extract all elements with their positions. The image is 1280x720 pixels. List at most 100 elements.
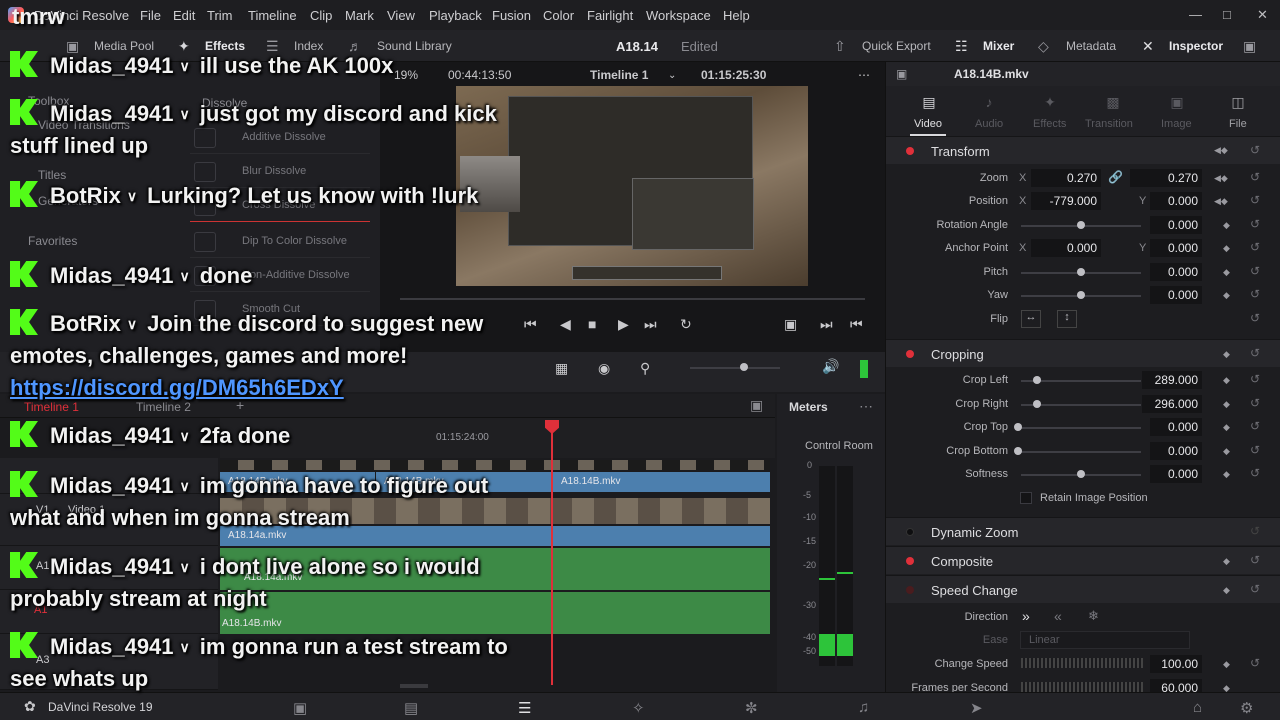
keyframe-icon[interactable]: ◆ <box>1223 659 1230 670</box>
reset-icon[interactable]: ↺ <box>1250 396 1260 410</box>
reset-icon[interactable]: ↺ <box>1250 372 1260 386</box>
tab-image[interactable]: Image <box>1161 118 1192 130</box>
tab-audio[interactable]: Audio <box>975 118 1003 130</box>
keyframe-icon[interactable]: ◆ <box>1223 585 1230 596</box>
reset-icon[interactable]: ↺ <box>1250 240 1260 254</box>
anchor-y-field[interactable]: 0.000 <box>1150 239 1202 257</box>
play-icon[interactable]: ▶ <box>618 316 629 333</box>
reset-icon[interactable]: ↺ <box>1250 524 1260 538</box>
zoom-detail-icon[interactable]: ◉ <box>598 360 610 377</box>
yaw-knob[interactable] <box>1077 291 1085 299</box>
keyframe-nav-icon[interactable]: ◀◆ <box>1214 145 1228 156</box>
pitch-field[interactable]: 0.000 <box>1150 263 1202 281</box>
flip-horizontal-icon[interactable]: ↔ <box>1021 310 1041 328</box>
meters-toggle-icon[interactable]: ▣ <box>750 397 763 414</box>
media-page-icon[interactable]: ▣ <box>293 699 307 717</box>
metadata-button[interactable]: Metadata <box>1066 39 1116 53</box>
color-page-icon[interactable]: ✼ <box>745 699 758 717</box>
pitch-knob[interactable] <box>1077 268 1085 276</box>
crop-right-field[interactable]: 296.000 <box>1142 395 1202 413</box>
gear-icon[interactable]: ⚙ <box>1240 699 1253 717</box>
section-enable-dot[interactable] <box>906 350 914 358</box>
tab-file[interactable]: File <box>1229 118 1247 130</box>
timeline-zoom-knob[interactable] <box>740 363 748 371</box>
keyframe-icon[interactable]: ◆ <box>1223 243 1230 254</box>
keyframe-icon[interactable]: ◆ <box>1223 349 1230 360</box>
transform-section-header[interactable]: Transform ◀◆ ↺ <box>886 136 1280 164</box>
match-frame-icon[interactable]: ▣ <box>784 316 797 333</box>
reset-icon[interactable]: ↺ <box>1250 193 1260 207</box>
loop-icon[interactable]: ↻ <box>680 316 692 333</box>
keyframe-icon[interactable]: ◆ <box>1223 267 1230 278</box>
reset-icon[interactable]: ↺ <box>1250 582 1260 596</box>
cut-page-icon[interactable]: ▤ <box>404 699 418 717</box>
crop-bottom-knob[interactable] <box>1014 447 1022 455</box>
reset-icon[interactable]: ↺ <box>1250 346 1260 360</box>
section-enable-dot[interactable] <box>906 586 914 594</box>
softness-knob[interactable] <box>1077 470 1085 478</box>
ease-dropdown[interactable]: Linear <box>1020 631 1190 649</box>
dynamic-zoom-section-header[interactable]: Dynamic Zoom ↺ <box>886 517 1280 545</box>
menu-color[interactable]: Color <box>543 8 574 23</box>
position-y-field[interactable]: 0.000 <box>1150 192 1202 210</box>
stop-icon[interactable]: ■ <box>588 316 596 332</box>
keyframe-icon[interactable]: ◆ <box>1223 446 1230 457</box>
maximize-icon[interactable]: □ <box>1223 7 1231 22</box>
fullscreen-icon[interactable]: ▣ <box>1243 38 1256 55</box>
inspector-button[interactable]: Inspector <box>1169 39 1223 53</box>
home-icon[interactable]: ⌂ <box>1193 699 1202 716</box>
position-x-field[interactable]: -779.000 <box>1031 192 1101 210</box>
keyframe-icon[interactable]: ◆ <box>1223 399 1230 410</box>
reverse-direction-icon[interactable]: « <box>1054 608 1062 624</box>
crop-bottom-field[interactable]: 0.000 <box>1150 442 1202 460</box>
tab-video[interactable]: Video <box>914 118 942 130</box>
flip-vertical-icon[interactable]: ↕ <box>1057 310 1077 328</box>
keyframe-icon[interactable]: ◆ <box>1223 220 1230 231</box>
link-icon[interactable]: 🔗 <box>1108 170 1123 184</box>
keyframe-nav-icon[interactable]: ◀◆ <box>1214 173 1228 184</box>
crop-bottom-slider[interactable] <box>1021 451 1141 453</box>
reset-icon[interactable]: ↺ <box>1250 287 1260 301</box>
jump-start-icon[interactable]: ⏮ <box>524 316 537 333</box>
fps-slider[interactable] <box>1021 682 1143 692</box>
viewer-timeline-name[interactable]: Timeline 1 <box>590 68 648 82</box>
rotation-field[interactable]: 0.000 <box>1150 216 1202 234</box>
reset-icon[interactable]: ↺ <box>1250 217 1260 231</box>
timeline-zoom-slider[interactable] <box>690 367 780 369</box>
chat-link[interactable]: https://discord.gg/DM65h6EDxY <box>10 375 344 400</box>
mixer-button[interactable]: Mixer <box>983 39 1014 53</box>
yaw-field[interactable]: 0.000 <box>1150 286 1202 304</box>
previous-clip-icon[interactable]: ⏮ <box>850 316 863 333</box>
jump-end-icon[interactable]: ⏭ <box>644 316 657 333</box>
freeze-frame-icon[interactable]: ❄ <box>1088 608 1099 624</box>
menu-fairlight[interactable]: Fairlight <box>587 8 633 23</box>
menu-help[interactable]: Help <box>723 8 750 23</box>
keyframe-icon[interactable]: ◆ <box>1223 469 1230 480</box>
change-speed-field[interactable]: 100.00 <box>1150 655 1202 673</box>
next-clip-icon[interactable]: ⏭ <box>820 316 833 333</box>
reset-icon[interactable]: ↺ <box>1250 419 1260 433</box>
tab-effects[interactable]: Effects <box>1033 118 1066 130</box>
volume-icon[interactable]: 🔊 <box>822 358 839 375</box>
reset-icon[interactable]: ↺ <box>1250 466 1260 480</box>
reset-icon[interactable]: ↺ <box>1250 143 1260 157</box>
composite-section-header[interactable]: Composite ◆ ↺ <box>886 546 1280 574</box>
crop-left-knob[interactable] <box>1033 376 1041 384</box>
reset-icon[interactable]: ↺ <box>1250 264 1260 278</box>
quick-export-button[interactable]: Quick Export <box>862 39 931 53</box>
more-options-icon[interactable]: ⋯ <box>858 68 870 82</box>
keyframe-nav-icon[interactable]: ◀◆ <box>1214 196 1228 207</box>
forward-direction-icon[interactable]: » <box>1022 608 1030 624</box>
crop-top-field[interactable]: 0.000 <box>1150 418 1202 436</box>
edit-page-icon[interactable]: ☰ <box>518 699 531 717</box>
playhead[interactable] <box>551 420 553 685</box>
section-enable-dot[interactable] <box>906 557 914 565</box>
close-icon[interactable]: ✕ <box>1257 7 1268 23</box>
deliver-page-icon[interactable]: ➤ <box>970 699 983 717</box>
keyframe-icon[interactable]: ◆ <box>1223 290 1230 301</box>
keyframe-icon[interactable]: ◆ <box>1223 375 1230 386</box>
fusion-page-icon[interactable]: ✧ <box>632 699 645 717</box>
crop-right-knob[interactable] <box>1033 400 1041 408</box>
cropping-section-header[interactable]: Cropping ◆ ↺ <box>886 339 1280 367</box>
video-clip[interactable]: A18.14B.mkv <box>553 472 770 492</box>
